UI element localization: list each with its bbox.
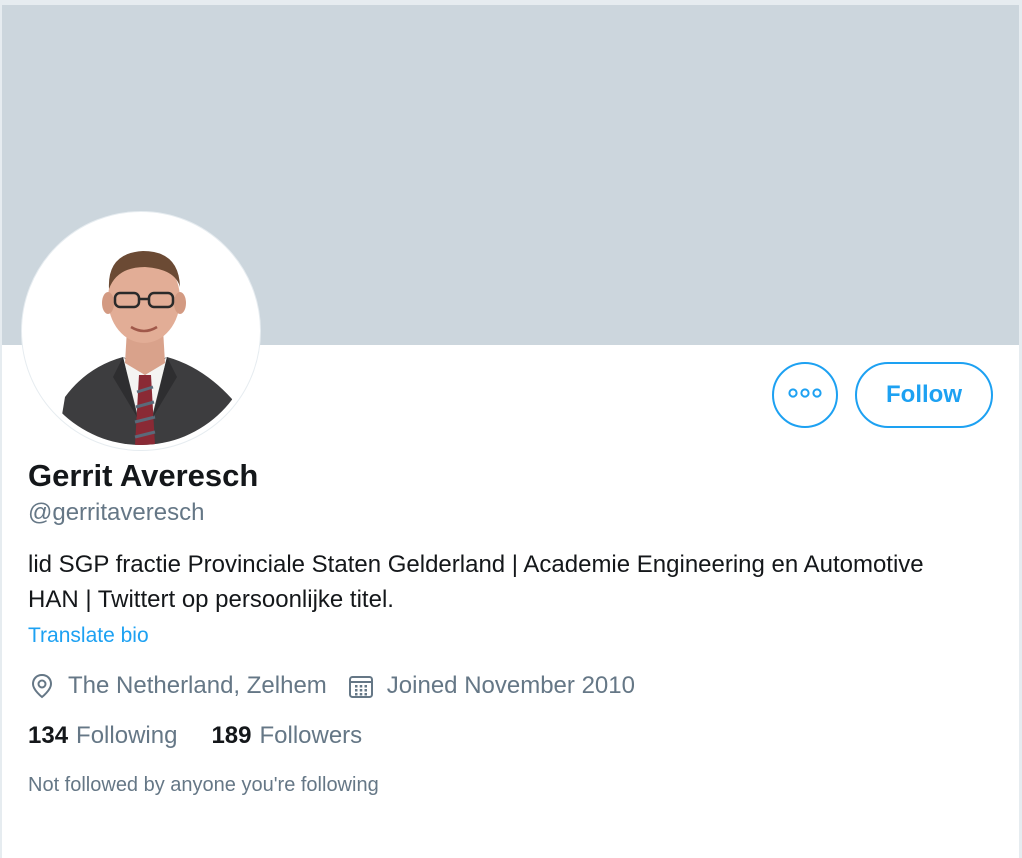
followers-link[interactable]: 189 Followers xyxy=(211,722,362,750)
joined-text: Joined November 2010 xyxy=(386,672,635,699)
avatar[interactable] xyxy=(27,217,255,445)
calendar-icon xyxy=(347,672,375,700)
location-text: The Netherland, Zelhem xyxy=(68,672,327,699)
following-count: 134 xyxy=(28,722,69,749)
profile-handle: @gerritaveresch xyxy=(28,499,205,526)
follow-button[interactable]: Follow xyxy=(855,362,993,428)
following-label: Following xyxy=(76,722,178,749)
more-horizontal-icon xyxy=(788,386,822,404)
location-pin-icon xyxy=(28,672,56,700)
location-item: The Netherland, Zelhem xyxy=(28,672,327,700)
avatar-photo xyxy=(27,217,255,445)
profile-name: Gerrit Averesch xyxy=(28,458,259,493)
joined-item: Joined November 2010 xyxy=(347,672,635,700)
profile-stats: 134 Following 189 Followers xyxy=(28,720,362,752)
mutual-followers-note: Not followed by anyone you're following xyxy=(28,774,379,796)
more-options-button[interactable] xyxy=(772,362,838,428)
profile-bio: lid SGP fractie Provinciale Staten Gelde… xyxy=(28,551,924,613)
followers-count: 189 xyxy=(211,722,252,749)
following-link[interactable]: 134 Following xyxy=(28,722,177,750)
translate-bio-link[interactable]: Translate bio xyxy=(28,624,149,648)
followers-label: Followers xyxy=(259,722,363,749)
profile-meta: The Netherland, Zelhem Joined November 2… xyxy=(28,670,635,702)
